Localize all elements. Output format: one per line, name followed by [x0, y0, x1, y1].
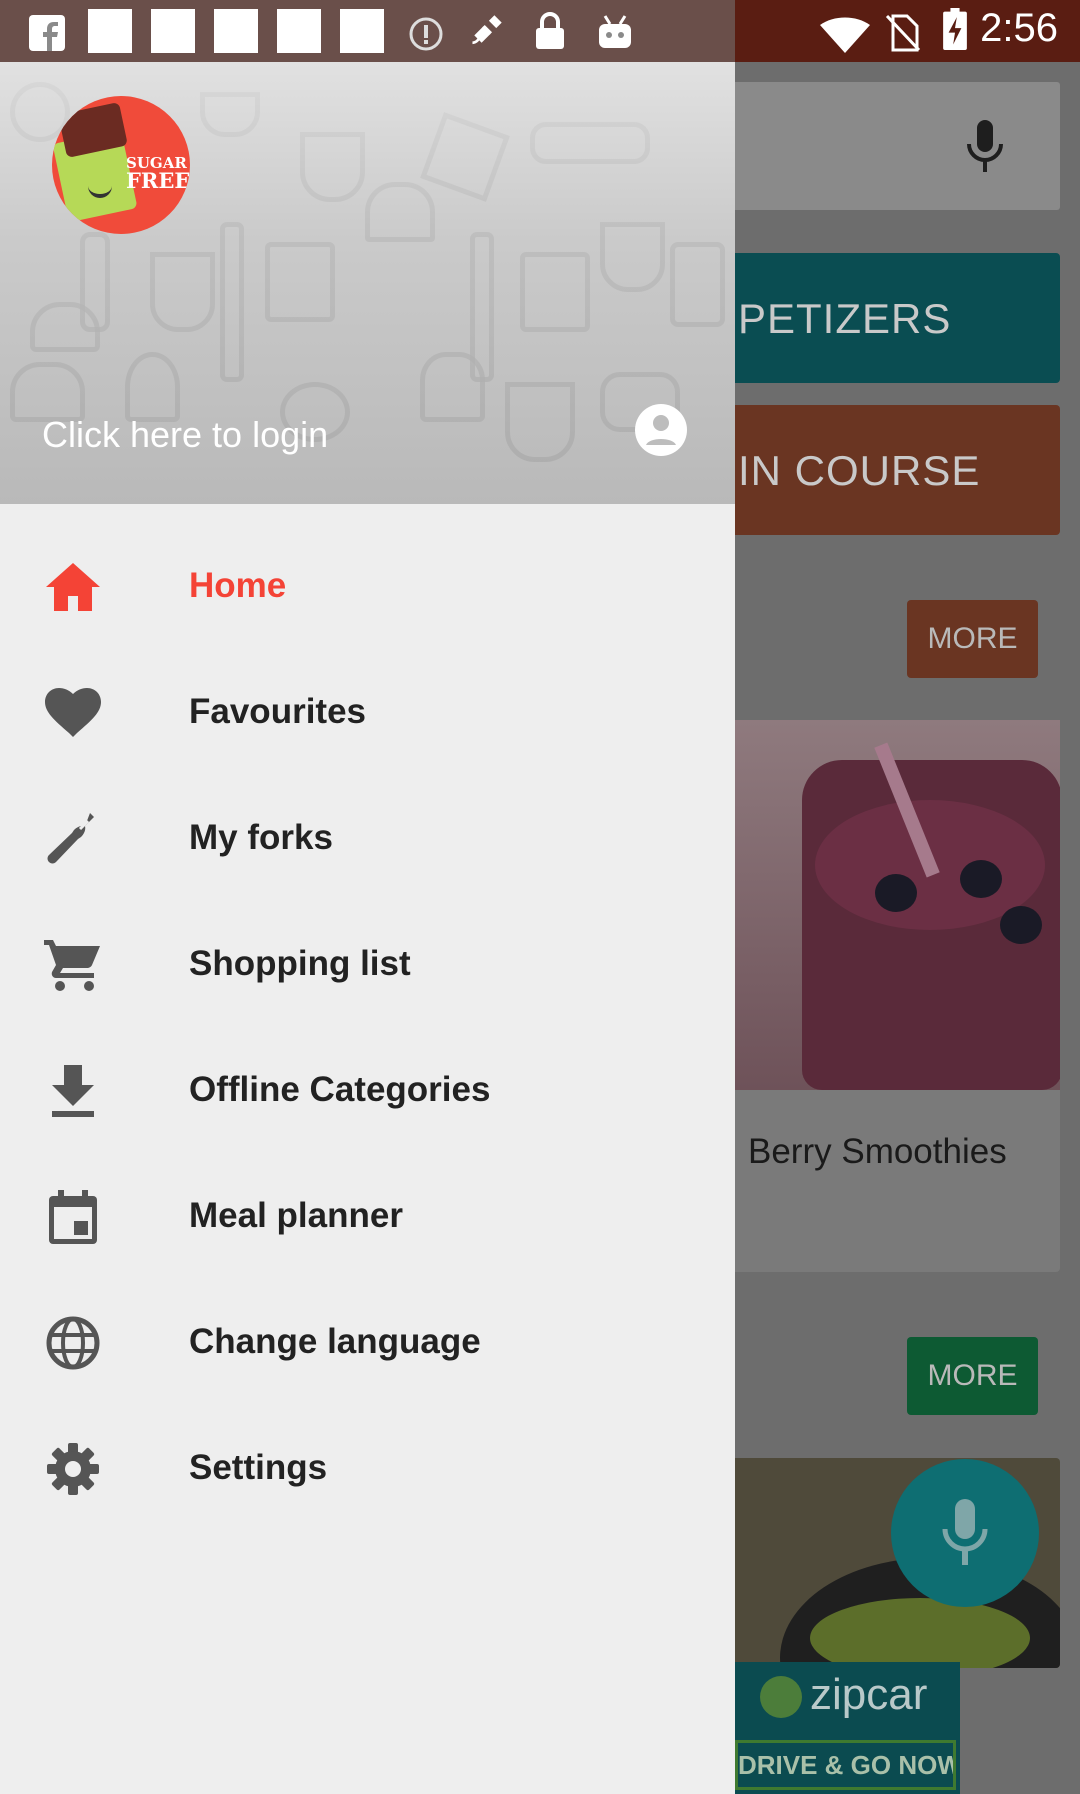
- lock-icon: [536, 12, 564, 49]
- menu-item-label: Meal planner: [189, 1196, 403, 1235]
- menu-item-shopping-list[interactable]: Shopping list: [0, 902, 735, 1028]
- more-button[interactable]: MORE: [907, 600, 1038, 678]
- battery-charging-icon: [943, 8, 967, 50]
- menu-item-settings[interactable]: Settings: [0, 1406, 735, 1532]
- navigation-drawer: SUGAR FREE Click here to login Home Favo…: [0, 62, 735, 1794]
- category-label: PETIZERS: [738, 295, 952, 342]
- fork-icon: [47, 813, 94, 864]
- category-label: IN COURSE: [738, 447, 981, 494]
- menu-item-label: Offline Categories: [189, 1070, 491, 1109]
- globe-icon: [46, 1316, 100, 1370]
- status-clock: 2:56: [980, 6, 1058, 50]
- home-icon: [46, 563, 100, 611]
- notification-square-icon: [214, 9, 258, 53]
- notification-square-icon: [151, 9, 195, 53]
- app-logo: SUGAR FREE: [52, 96, 190, 234]
- menu-item-label: Favourites: [189, 692, 366, 731]
- download-icon: [52, 1065, 94, 1117]
- cart-icon: [44, 940, 100, 991]
- info-icon: [409, 17, 443, 51]
- menu-item-change-language[interactable]: Change language: [0, 1280, 735, 1406]
- logo-text: FREE: [126, 168, 190, 193]
- menu-item-meal-planner[interactable]: Meal planner: [0, 1154, 735, 1280]
- menu-item-favourites[interactable]: Favourites: [0, 650, 735, 776]
- android-icon: [599, 15, 631, 48]
- heart-icon: [45, 688, 101, 737]
- drawer-header[interactable]: SUGAR FREE Click here to login: [0, 62, 735, 504]
- status-bar: 2:56: [0, 0, 1080, 62]
- menu-item-label: Settings: [189, 1448, 328, 1487]
- login-link[interactable]: Click here to login: [42, 414, 328, 456]
- menu-item-label: Shopping list: [189, 944, 411, 983]
- more-button[interactable]: MORE: [907, 1337, 1038, 1415]
- voice-fab-button[interactable]: [891, 1459, 1039, 1607]
- notification-square-icon: [277, 9, 321, 53]
- more-label: MORE: [927, 1359, 1018, 1392]
- no-sim-icon: [885, 14, 921, 52]
- microphone-icon: [942, 1499, 988, 1565]
- notification-square-icon: [88, 9, 132, 53]
- satellite-icon: [472, 15, 502, 45]
- notification-square-icon: [340, 9, 384, 53]
- ad-tagline: DRIVE & GO NOW: [735, 1740, 956, 1790]
- menu-item-offline-categories[interactable]: Offline Categories: [0, 1028, 735, 1154]
- menu-item-label: Home: [189, 566, 287, 605]
- wifi-icon: [820, 17, 870, 53]
- voice-search-icon[interactable]: [965, 118, 1005, 174]
- ad-brand: zipcar: [810, 1670, 928, 1719]
- menu-item-my-forks[interactable]: My forks: [0, 776, 735, 902]
- more-label: MORE: [927, 622, 1018, 655]
- menu-item-label: Change language: [189, 1322, 481, 1361]
- facebook-notification-icon: [29, 15, 65, 51]
- menu-item-home[interactable]: Home: [0, 524, 735, 650]
- gear-icon: [47, 1443, 99, 1495]
- recipe-title: Berry Smoothies: [748, 1132, 1007, 1171]
- calendar-icon: [49, 1190, 97, 1244]
- account-circle-icon[interactable]: [634, 403, 688, 457]
- menu-item-label: My forks: [189, 818, 333, 857]
